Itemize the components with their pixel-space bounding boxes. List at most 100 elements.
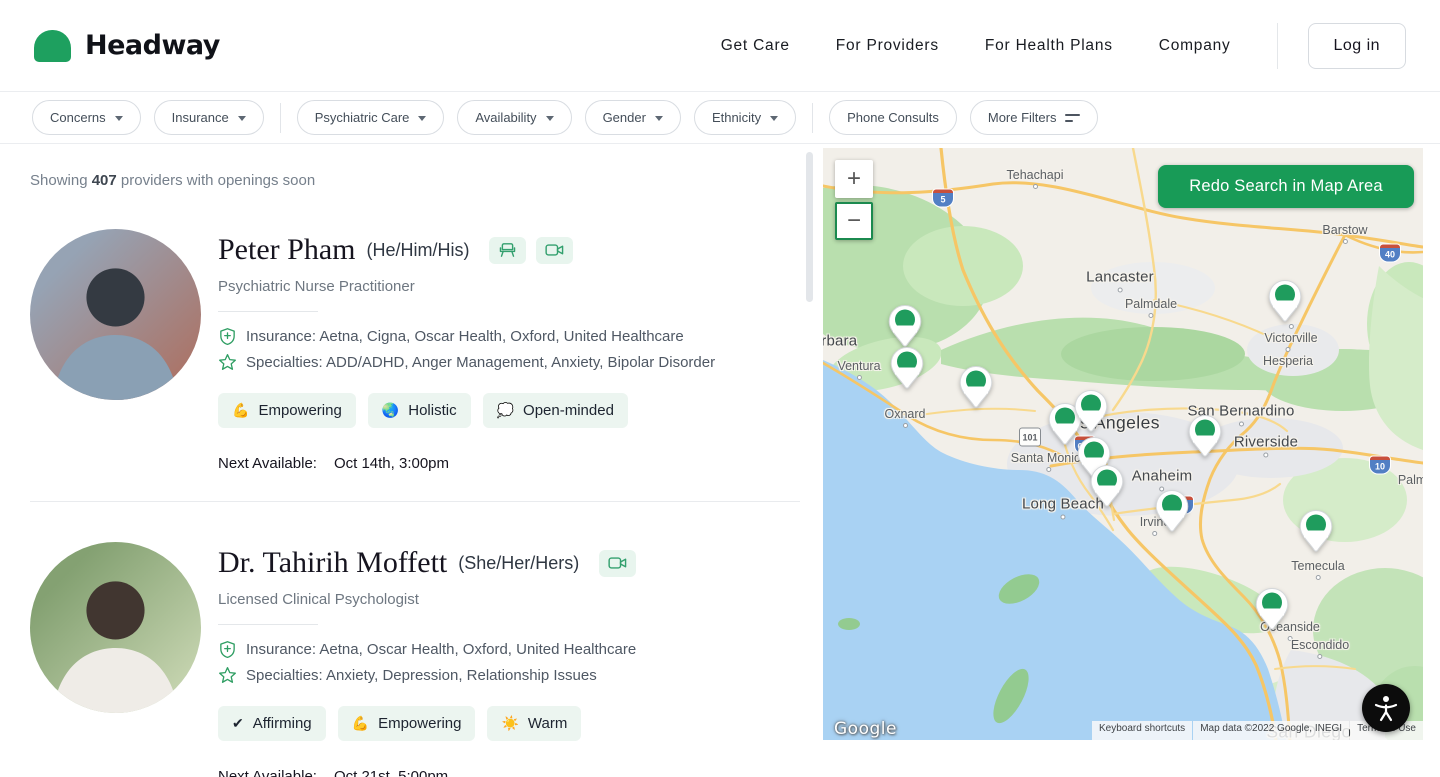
map-label-oxnard: Oxnard — [885, 407, 926, 421]
chevron-down-icon — [115, 116, 123, 121]
login-button[interactable]: Log in — [1308, 23, 1406, 69]
nav-item-for-providers[interactable]: For Providers — [836, 37, 939, 55]
map-label-palm-springs: Palm Springs — [1398, 473, 1423, 487]
trait-badge-open-minded: 💭Open-minded — [483, 393, 628, 428]
filter-pill-label: Phone Consults — [847, 110, 939, 125]
specialties-star-icon — [218, 666, 237, 685]
accessibility-person-icon — [1372, 693, 1400, 723]
nav-item-company[interactable]: Company — [1159, 37, 1231, 55]
trait-badge-label: Warm — [528, 715, 567, 732]
filter-pill-label: Ethnicity — [712, 110, 761, 125]
trait-badges: 💪Empowering🌏Holistic💭Open-minded — [218, 393, 715, 428]
provider-name[interactable]: Peter Pham — [218, 233, 355, 267]
nav-item-for-health-plans[interactable]: For Health Plans — [985, 37, 1113, 55]
chair-icon — [498, 242, 517, 258]
headway-logo-text: Headway — [85, 30, 220, 61]
trait-badge-empowering: 💪Empowering — [338, 706, 476, 741]
filter-lines-icon — [1065, 114, 1080, 122]
map-panel[interactable]: TehachapiBarstowLancasterPalmdaleVictorv… — [823, 148, 1423, 740]
map-zoom-out-button[interactable]: − — [835, 202, 873, 240]
map-pin[interactable] — [1188, 414, 1222, 458]
main-nav: Get Care For Providers For Health Plans Com… — [721, 37, 1231, 55]
google-logo[interactable]: Google — [834, 719, 897, 739]
map-pin[interactable] — [888, 304, 922, 348]
filter-pill-label: Insurance — [172, 110, 229, 125]
filter-pill-concerns[interactable]: Concerns — [32, 100, 141, 135]
provider-card[interactable]: Peter Pham (He/Him/His) Psychiatric Nurs… — [30, 229, 806, 472]
map-pin[interactable] — [1299, 509, 1333, 553]
chevron-down-icon — [546, 116, 554, 121]
provider-name[interactable]: Dr. Tahirih Moffett — [218, 546, 447, 580]
map-label-lancaster: Lancaster — [1086, 269, 1154, 286]
card-divider-small — [218, 311, 318, 312]
attribution-map-data-2022-google-inegi[interactable]: Map data ©2022 Google, INEGI — [1193, 721, 1349, 740]
headway-logo-icon — [34, 30, 71, 62]
city-dot — [1316, 575, 1321, 580]
filter-pill-phone-consults[interactable]: Phone Consults — [829, 100, 957, 135]
trait-badge-emoji: 💭 — [497, 402, 514, 419]
city-dot — [1343, 239, 1348, 244]
provider-card-divider — [30, 501, 800, 502]
trait-badge-emoji: 💪 — [352, 715, 369, 732]
map-pin[interactable] — [1090, 464, 1124, 508]
map-label-barstow: Barstow — [1322, 223, 1367, 237]
map-pin[interactable] — [1255, 587, 1289, 631]
headway-logo[interactable]: Headway — [34, 30, 220, 62]
nav-item-get-care[interactable]: Get Care — [721, 37, 790, 55]
filter-pill-label: More Filters — [988, 110, 1057, 125]
provider-title: Licensed Clinical Psychologist — [218, 591, 636, 608]
results-panel: Showing 407 providers with openings soon… — [0, 144, 806, 777]
provider-pronouns: (She/Her/Hers) — [458, 553, 579, 574]
map-label-tehachapi: Tehachapi — [1007, 168, 1064, 182]
city-dot — [903, 423, 908, 428]
map-pin[interactable] — [1155, 489, 1189, 533]
trait-badge-emoji: 💪 — [232, 402, 249, 419]
trait-badge-label: Empowering — [258, 402, 341, 419]
next-available-label: Next Available: — [218, 455, 317, 472]
results-count: 407 — [92, 172, 117, 189]
redo-search-button[interactable]: Redo Search in Map Area — [1158, 165, 1414, 208]
next-available-value: Oct 14th, 3:00pm — [334, 455, 449, 472]
map-label-riverside: Riverside — [1234, 434, 1298, 451]
filter-pill-label: Psychiatric Care — [315, 110, 410, 125]
filter-group-divider — [280, 103, 281, 133]
map-pin[interactable] — [1074, 389, 1108, 433]
map-label-temecula: Temecula — [1291, 559, 1345, 573]
map-zoom-in-button[interactable]: + — [835, 160, 873, 198]
provider-photo[interactable] — [30, 229, 201, 400]
city-dot — [1263, 453, 1268, 458]
map-label-hesperia: Hesperia — [1263, 354, 1313, 368]
city-dot — [1318, 654, 1323, 659]
trait-badge-label: Holistic — [408, 402, 456, 419]
map-pin[interactable] — [890, 346, 924, 390]
provider-pronouns: (He/Him/His) — [366, 240, 469, 261]
city-dot — [1286, 347, 1291, 352]
map-label-anaheim: Anaheim — [1132, 468, 1193, 485]
filter-pill-insurance[interactable]: Insurance — [154, 100, 264, 135]
session-chip-virtual — [599, 550, 636, 577]
insurance-list: Insurance: Aetna, Oscar Health, Oxford, … — [246, 641, 636, 658]
results-scrollbar[interactable] — [806, 152, 813, 302]
session-chip-in-person — [489, 237, 526, 264]
provider-photo[interactable] — [30, 542, 201, 713]
chevron-down-icon — [238, 116, 246, 121]
attribution-keyboard-shortcuts[interactable]: Keyboard shortcuts — [1092, 721, 1192, 740]
filter-pill-ethnicity[interactable]: Ethnicity — [694, 100, 796, 135]
provider-card[interactable]: Dr. Tahirih Moffett (She/Her/Hers) Licen… — [30, 542, 806, 777]
specialties-list: Specialties: ADD/ADHD, Anger Management,… — [246, 354, 715, 371]
map-pin[interactable] — [1268, 279, 1302, 323]
filter-pill-psychiatric-care[interactable]: Psychiatric Care — [297, 100, 445, 135]
filter-pill-availability[interactable]: Availability — [457, 100, 571, 135]
interstate-shield-5: 5 — [932, 189, 954, 208]
accessibility-button[interactable] — [1362, 684, 1410, 732]
map-label-arbara: arbara — [823, 333, 857, 350]
specialties-star-icon — [218, 353, 237, 372]
filter-pill-more-filters[interactable]: More Filters — [970, 100, 1099, 135]
map-pin[interactable] — [959, 365, 993, 409]
filter-pill-gender[interactable]: Gender — [585, 100, 681, 135]
next-available-value: Oct 21st, 5:00pm — [334, 768, 448, 777]
interstate-shield-10: 10 — [1369, 456, 1391, 475]
map-label-santa-monica: Santa Monica — [1011, 451, 1087, 465]
city-dot — [857, 375, 862, 380]
trait-badge-label: Affirming — [253, 715, 312, 732]
